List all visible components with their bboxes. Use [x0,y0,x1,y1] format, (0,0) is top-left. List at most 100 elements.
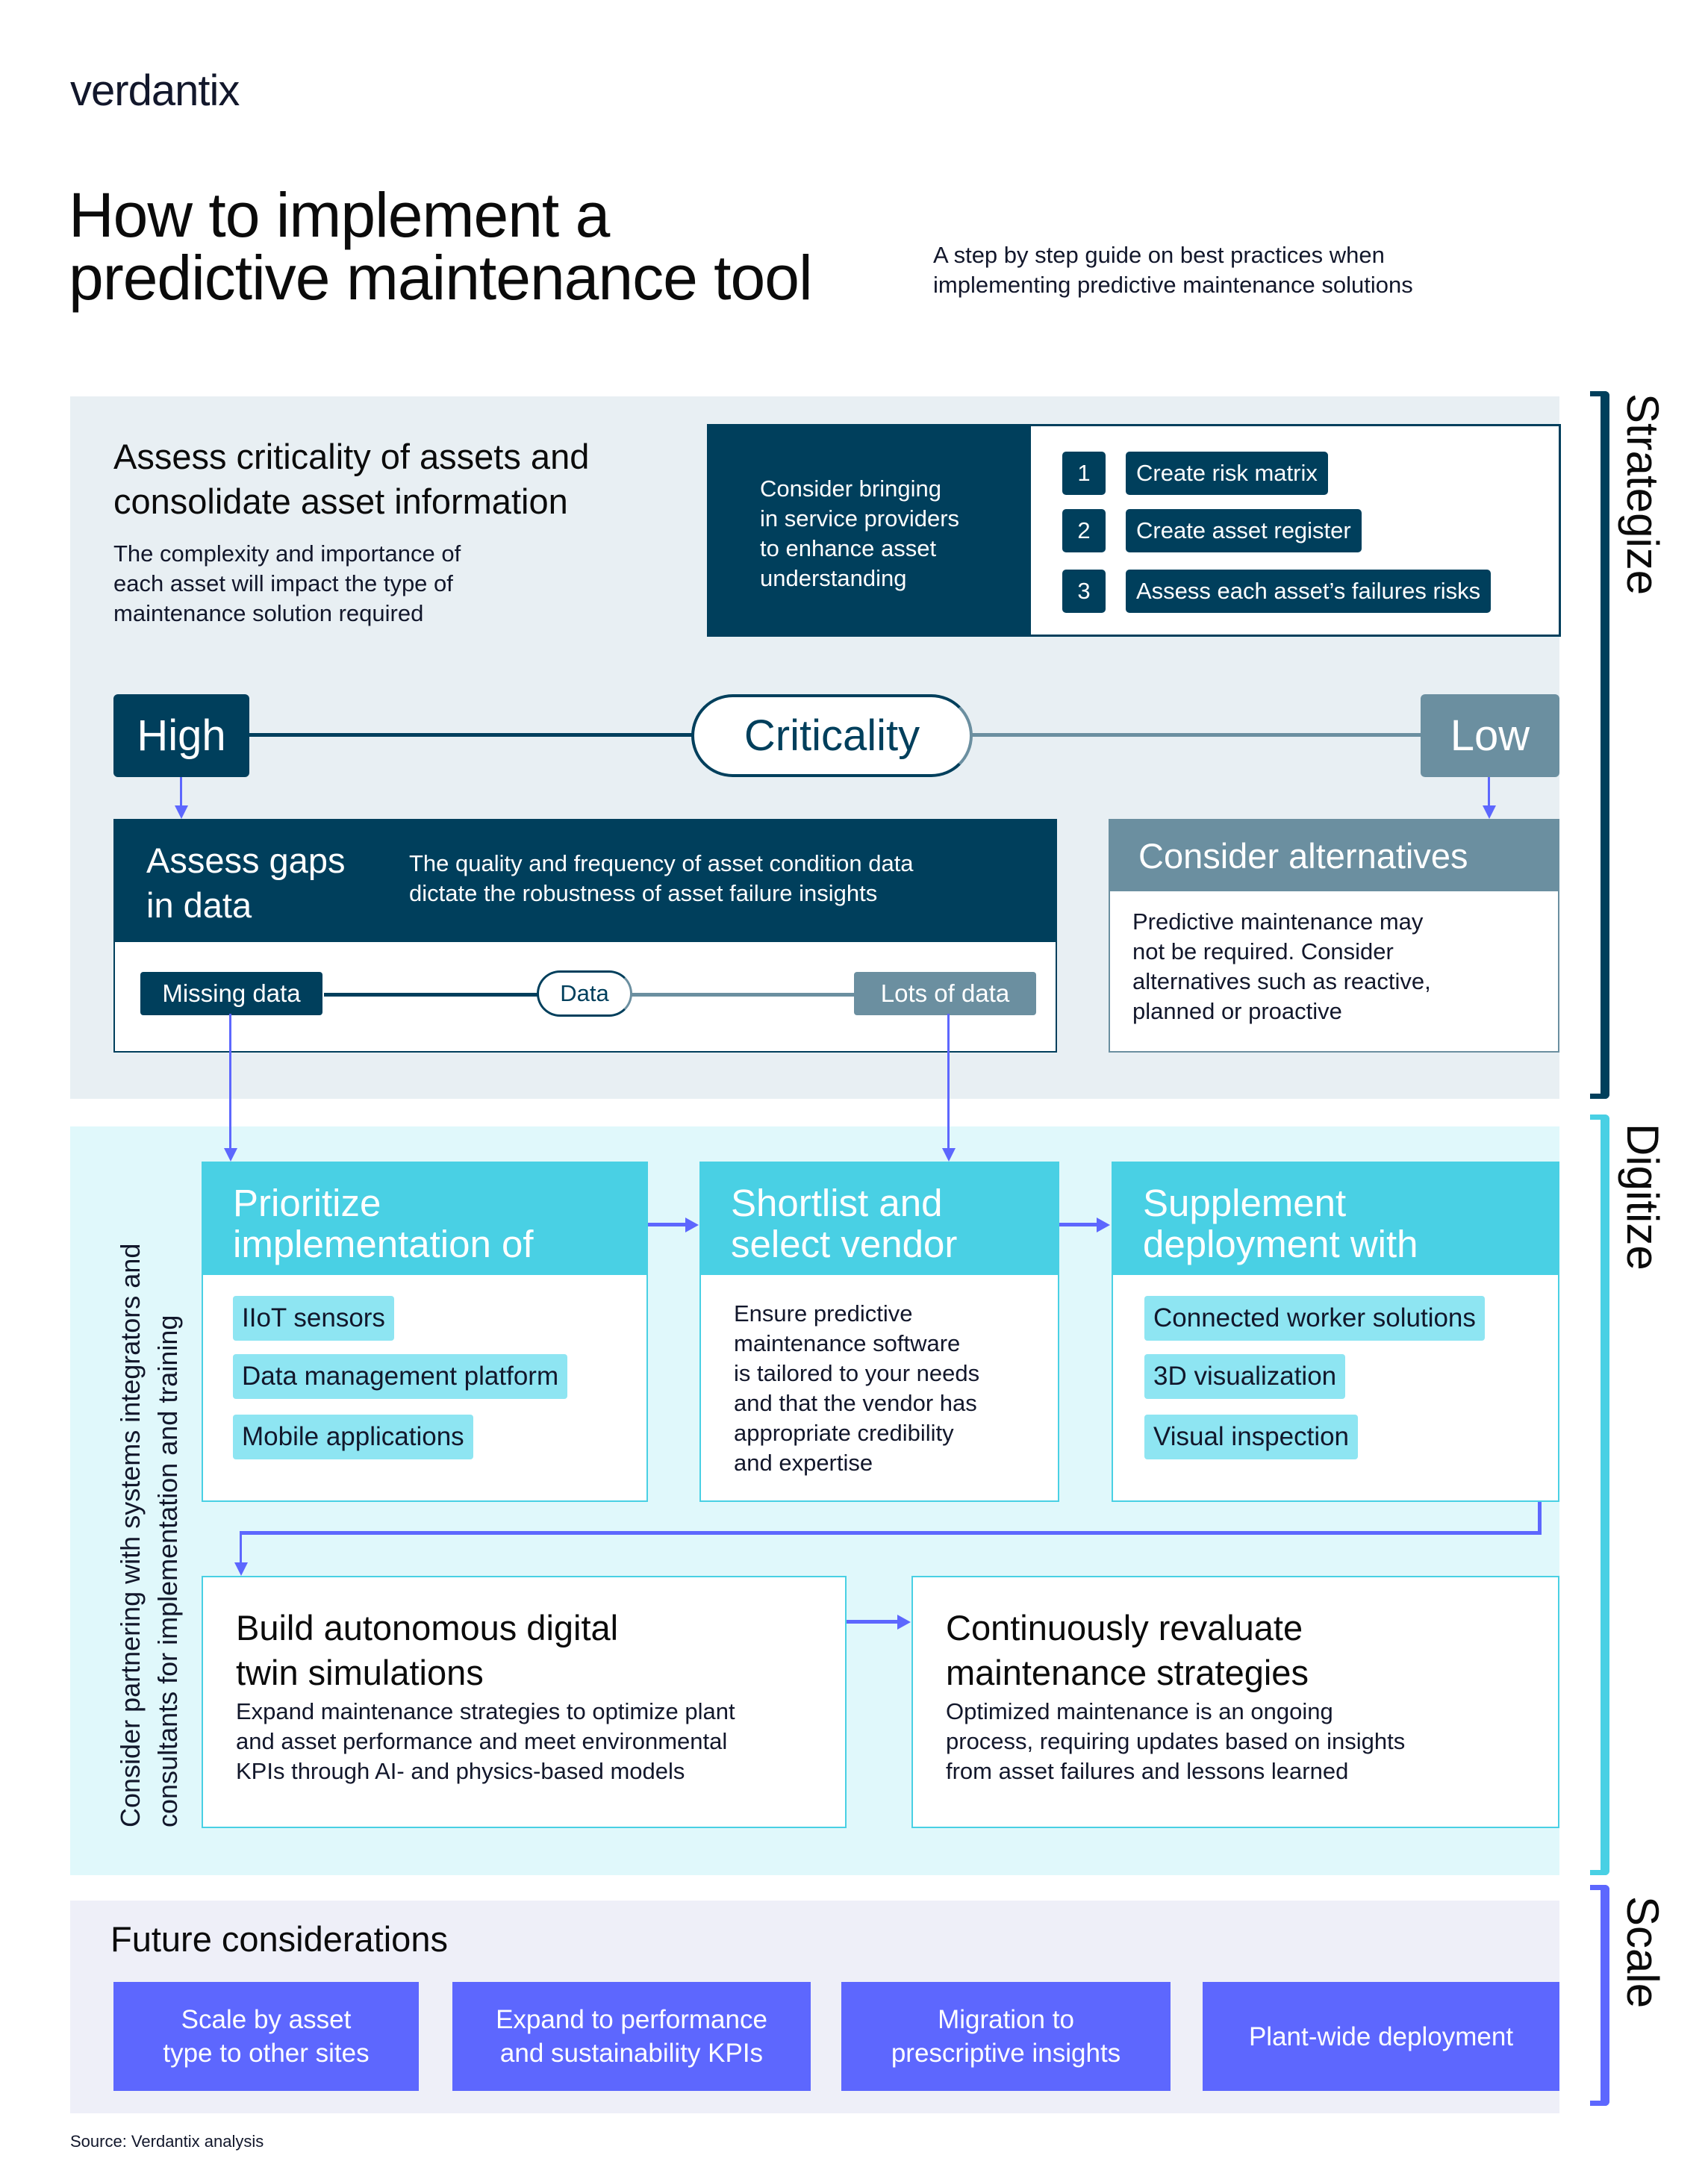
arrow-prioritize-shortlist-line [648,1223,687,1226]
title-line: select vendor [731,1223,958,1265]
assess-gaps-box: Assess gaps in data The quality and freq… [113,819,1057,1053]
body-line: Ensure predictive [734,1300,913,1327]
title-line: How to implement a [69,180,610,250]
body-line: not be required. Consider [1132,938,1394,964]
future-considerations-title: Future considerations [110,1919,448,1959]
scale-item: Plant-wide deployment [1203,1982,1559,2091]
body-line: Predictive maintenance may [1132,908,1424,935]
missing-data-label: Missing data [140,972,322,1015]
item-line: Expand to performance [496,2005,767,2034]
title-line: twin simulations [236,1653,484,1692]
assess-gaps-header: Assess gaps in data The quality and freq… [115,820,1056,942]
chip-mobile-applications: Mobile applications [233,1415,473,1459]
step-number: 3 [1062,570,1106,613]
assess-gaps-title: Assess gaps in data [146,838,370,928]
digital-twin-title: Build autonomous digital twin simulation… [236,1606,758,1695]
arrow-high-line [180,777,182,805]
revaluate-title: Continuously revaluate maintenance strat… [946,1606,1468,1695]
supplement-card: Supplement deployment with Connected wor… [1112,1162,1559,1502]
arrow-lots-line [947,1014,950,1148]
scale-item: Migration to prescriptive insights [841,1982,1171,2091]
service-providers-text: Consider bringing in service providers t… [709,426,1031,635]
title-line: predictive maintenance tool [69,243,813,313]
criticality-high: High [113,694,249,777]
shortlist-title: Shortlist and select vendor [701,1163,1058,1275]
consider-alternatives-title: Consider alternatives [1110,820,1558,891]
arrow-down-icon [175,805,188,819]
step-label: Create risk matrix [1126,452,1328,495]
digital-twin-card: Build autonomous digital twin simulation… [202,1576,847,1828]
arrow-down-icon [224,1148,237,1162]
step-label: Assess each asset’s failures risks [1126,570,1492,613]
shortlist-body: Ensure predictive maintenance software i… [734,1299,1047,1478]
subtitle-line: implementing predictive maintenance solu… [933,272,1413,298]
prioritize-title: Prioritize implementation of [203,1163,646,1275]
subtitle-line: A step by step guide on best practices w… [933,242,1385,268]
chip-connected-worker: Connected worker solutions [1144,1296,1485,1341]
arrow-down-icon [234,1562,248,1576]
body-line: Expand maintenance strategies to optimiz… [236,1698,735,1724]
phase-label-strategize: Strategize [1618,393,1668,596]
title-line: implementation of [233,1223,534,1265]
step-number: 2 [1062,509,1106,552]
strategize-bracket [1590,391,1609,1099]
strategize-heading: Assess criticality of assets and consoli… [113,434,711,524]
connector-horizontal [240,1531,1542,1535]
chip-data-management: Data management platform [233,1354,568,1399]
arrow-shortlist-supplement-line [1059,1223,1098,1226]
arrow-down-icon [942,1148,956,1162]
digitize-bracket [1590,1115,1609,1875]
body-line: process, requiring updates based on insi… [946,1728,1406,1754]
body-line: is tailored to your needs [734,1360,980,1386]
revaluate-body: Optimized maintenance is an ongoing proc… [946,1697,1528,1786]
arrow-down-icon [1483,805,1496,819]
desc-line: dictate the robustness of asset failure … [409,880,878,906]
assess-gaps-description: The quality and frequency of asset condi… [409,849,1029,908]
title-line: Prioritize [233,1182,381,1224]
source-note: Source: Verdantix analysis [70,2132,264,2151]
item-line: type to other sites [163,2039,370,2068]
lots-of-data-label: Lots of data [854,972,1036,1015]
criticality-pill: Criticality [691,694,973,777]
body-line: alternatives such as reactive, [1132,968,1431,994]
text-line: understanding [760,565,907,591]
title-line: maintenance strategies [946,1653,1309,1692]
digital-twin-body: Expand maintenance strategies to optimiz… [236,1697,818,1786]
chip-3d-visualization: 3D visualization [1144,1354,1346,1399]
title-line: Continuously revaluate [946,1608,1303,1648]
criticality-low: Low [1421,694,1559,777]
body-line: and asset performance and meet environme… [236,1728,728,1754]
body-line: and that the vendor has [734,1390,977,1416]
title-line: Assess gaps [146,841,346,880]
shortlist-card: Shortlist and select vendor Ensure predi… [699,1162,1059,1502]
data-line-lots [623,993,869,997]
note-line: consultants for implementation and train… [152,1315,183,1827]
item-line: Scale by asset [181,2005,352,2034]
data-line-missing [324,993,548,997]
item-line: Plant-wide deployment [1248,2021,1514,2051]
description-line: The complexity and importance of [113,540,461,567]
title-line: Supplement [1143,1182,1347,1224]
item-line: and sustainability KPIs [499,2039,764,2068]
steps-list: 1 Create risk matrix 2 Create asset regi… [1031,426,1559,635]
consider-alternatives-box: Consider alternatives Predictive mainten… [1109,819,1559,1053]
body-line: appropriate credibility [734,1420,954,1446]
arrow-missing-line [229,1014,231,1148]
arrow-build-revaluate-line [847,1620,899,1624]
partnering-note: Consider partnering with systems integra… [112,1193,194,1827]
step-number: 1 [1062,452,1106,495]
verdantix-logo: verdantix [70,66,240,115]
chip-visual-inspection: Visual inspection [1144,1415,1359,1459]
prioritize-card: Prioritize implementation of IIoT sensor… [202,1162,648,1502]
criticality-line-high [249,733,697,737]
text-line: Consider bringing [760,476,941,502]
note-line: Consider partnering with systems integra… [115,1243,146,1827]
arrow-right-icon [897,1615,911,1630]
consider-alternatives-body: Predictive maintenance may not be requir… [1132,907,1536,1026]
arrow-right-icon [685,1218,699,1232]
step-label: Create asset register [1126,509,1362,552]
body-line: KPIs through AI- and physics-based model… [236,1758,685,1784]
title-line: in data [146,885,252,925]
arrow-low-line [1488,777,1490,805]
criticality-line-low [963,733,1426,737]
